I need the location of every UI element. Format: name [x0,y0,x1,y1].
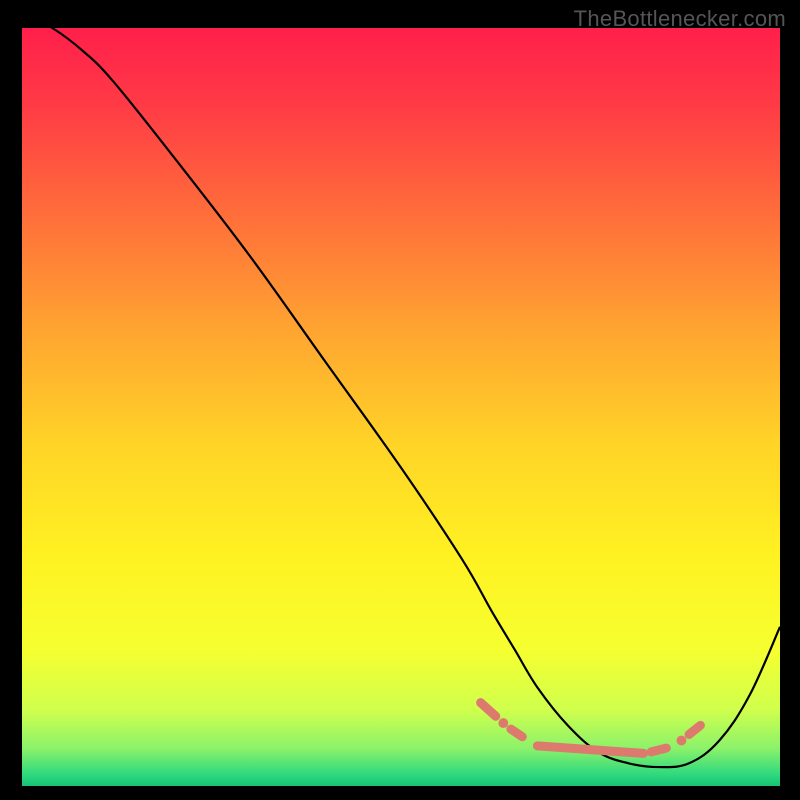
marker-dot [677,736,687,746]
marker-segment [537,746,643,754]
marker-group [481,703,701,754]
chart-frame: TheBottlenecker.com [0,0,800,800]
marker-segment [511,729,522,737]
marker-dot [498,718,508,728]
watermark-text: TheBottlenecker.com [574,6,786,32]
curve-svg [22,28,780,786]
plot-area [22,28,780,786]
bottleneck-curve [22,13,780,767]
marker-segment [689,725,700,734]
marker-segment [481,703,496,717]
marker-segment [651,748,666,752]
